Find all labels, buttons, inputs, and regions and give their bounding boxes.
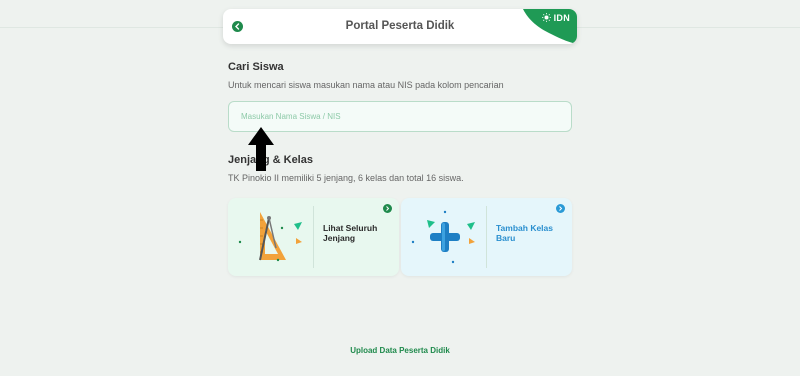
arrow-up-icon xyxy=(248,127,274,171)
card-view-all-levels[interactable]: Lihat Seluruh Jenjang xyxy=(228,198,399,276)
header-bar: Portal Peserta Didik IDN xyxy=(223,9,577,44)
brand-text: IDN xyxy=(553,13,570,23)
card-add-class[interactable]: Tambah Kelas Baru xyxy=(401,198,572,276)
search-section-description: Untuk mencari siswa masukan nama atau NI… xyxy=(228,80,504,90)
plus-icon xyxy=(411,210,475,264)
chevron-right-icon xyxy=(383,204,392,213)
sun-icon xyxy=(542,13,551,22)
search-input[interactable] xyxy=(228,101,572,132)
card-divider xyxy=(486,206,487,268)
chevron-right-icon xyxy=(556,204,565,213)
upload-data-link[interactable]: Upload Data Peserta Didik xyxy=(0,346,800,355)
search-section-title: Cari Siswa xyxy=(228,61,284,73)
class-section-description: TK Pinokio II memiliki 5 jenjang, 6 kela… xyxy=(228,173,464,183)
card-divider xyxy=(313,206,314,268)
card-label: Tambah Kelas Baru xyxy=(496,223,554,243)
brand-logo: IDN xyxy=(517,9,577,44)
ruler-triangle-icon xyxy=(238,212,302,262)
card-label: Lihat Seluruh Jenjang xyxy=(323,223,378,243)
